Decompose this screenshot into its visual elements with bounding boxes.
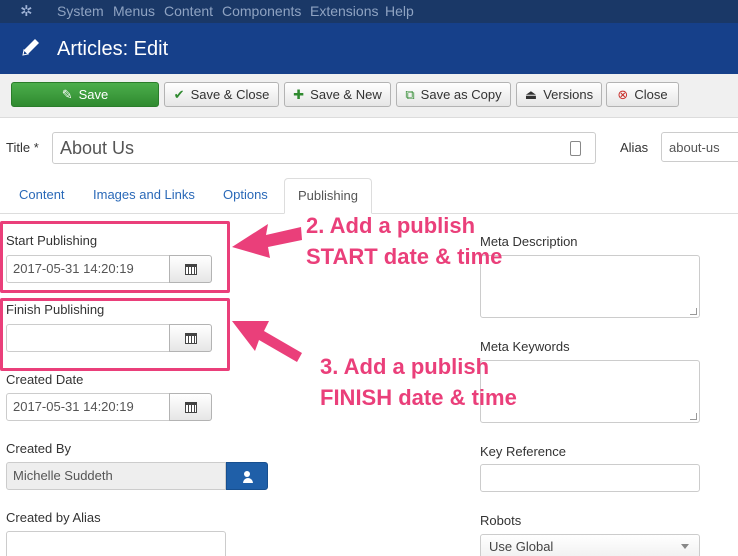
save-new-button[interactable]: ✚ Save & New [284,82,391,107]
close-button[interactable]: ⊗ Close [606,82,679,107]
key-reference-label: Key Reference [480,444,566,459]
tab-content[interactable]: Content [19,187,65,202]
joomla-logo-icon[interactable]: ✲ [20,3,38,20]
select-user-button[interactable] [226,462,268,490]
chevron-down-icon [681,544,689,549]
toolbar: ✎ Save ✔ Save & Close ✚ Save & New ⧉ Sav… [0,74,738,118]
versions-label: Versions [543,87,594,102]
user-icon-body [243,478,253,483]
alias-input[interactable]: about-us [661,132,738,162]
annotation-step-3-line1: 3. Add a publish [320,354,490,379]
save-copy-label: Save as Copy [420,87,502,102]
lock-icon [570,141,581,156]
robots-label: Robots [480,513,522,528]
menu-help[interactable]: Help [385,3,414,20]
created-date-input[interactable]: 2017-05-31 14:20:19 [6,393,170,421]
user-icon [244,471,250,477]
tab-images-links[interactable]: Images and Links [93,187,195,202]
title-input[interactable]: About Us [52,132,596,164]
annotation-step-3: 3. Add a publish FINISH date & time [320,351,517,413]
robots-select[interactable]: Use Global [480,534,700,556]
tab-publishing[interactable]: Publishing [284,178,372,214]
start-arrow-icon [232,224,302,258]
save-button[interactable]: ✎ Save [11,82,159,107]
annotation-step-2-line2: START date & time [306,244,503,269]
annotation-step-3-line2: FINISH date & time [320,385,517,410]
created-by-input: Michelle Suddeth [6,462,226,490]
versions-button[interactable]: ⏏ Versions [516,82,602,107]
menu-extensions[interactable]: Extensions [310,3,378,20]
alias-value: about-us [669,140,720,155]
start-publishing-highlight [0,221,230,293]
created-by-label: Created By [6,441,72,456]
page-header: Articles: Edit [0,23,738,74]
close-circle-icon: ⊗ [617,87,629,102]
save-close-button[interactable]: ✔ Save & Close [164,82,279,107]
save-close-label: Save & Close [190,87,270,102]
annotation-step-2: 2. Add a publish START date & time [306,210,502,272]
created-calendar-button[interactable] [169,393,212,421]
plus-icon: ✚ [293,87,305,102]
close-label: Close [634,87,668,102]
created-by-alias-input[interactable] [6,531,226,556]
save-copy-button[interactable]: ⧉ Save as Copy [396,82,511,107]
menu-menus[interactable]: Menus [113,3,155,20]
check-icon: ✔ [173,87,185,102]
tab-options[interactable]: Options [223,187,268,202]
page-title: Articles: Edit [57,38,169,60]
annotation-step-2-line1: 2. Add a publish [306,213,476,238]
menu-components[interactable]: Components [222,3,301,20]
created-by-alias-label: Created by Alias [6,510,101,525]
save-new-label: Save & New [310,87,382,102]
pencil-icon [22,39,39,56]
menu-content[interactable]: Content [164,3,213,20]
key-reference-input[interactable] [480,464,700,492]
created-date-label: Created Date [6,372,84,387]
edit-icon: ✎ [61,87,73,102]
title-value: About Us [60,138,135,158]
save-label: Save [78,87,109,102]
calendar-icon [184,401,197,413]
meta-description-textarea[interactable] [480,255,700,318]
title-label: Title * [6,140,39,155]
top-menu-bar: ✲ System Menus Content Components Extens… [0,0,738,23]
archive-icon: ⏏ [524,87,538,102]
menu-system[interactable]: System [57,3,104,20]
robots-value: Use Global [489,539,554,554]
finish-publishing-highlight [0,298,230,371]
finish-arrow-icon [232,321,302,362]
copy-icon: ⧉ [405,87,415,102]
alias-label: Alias [620,140,649,155]
